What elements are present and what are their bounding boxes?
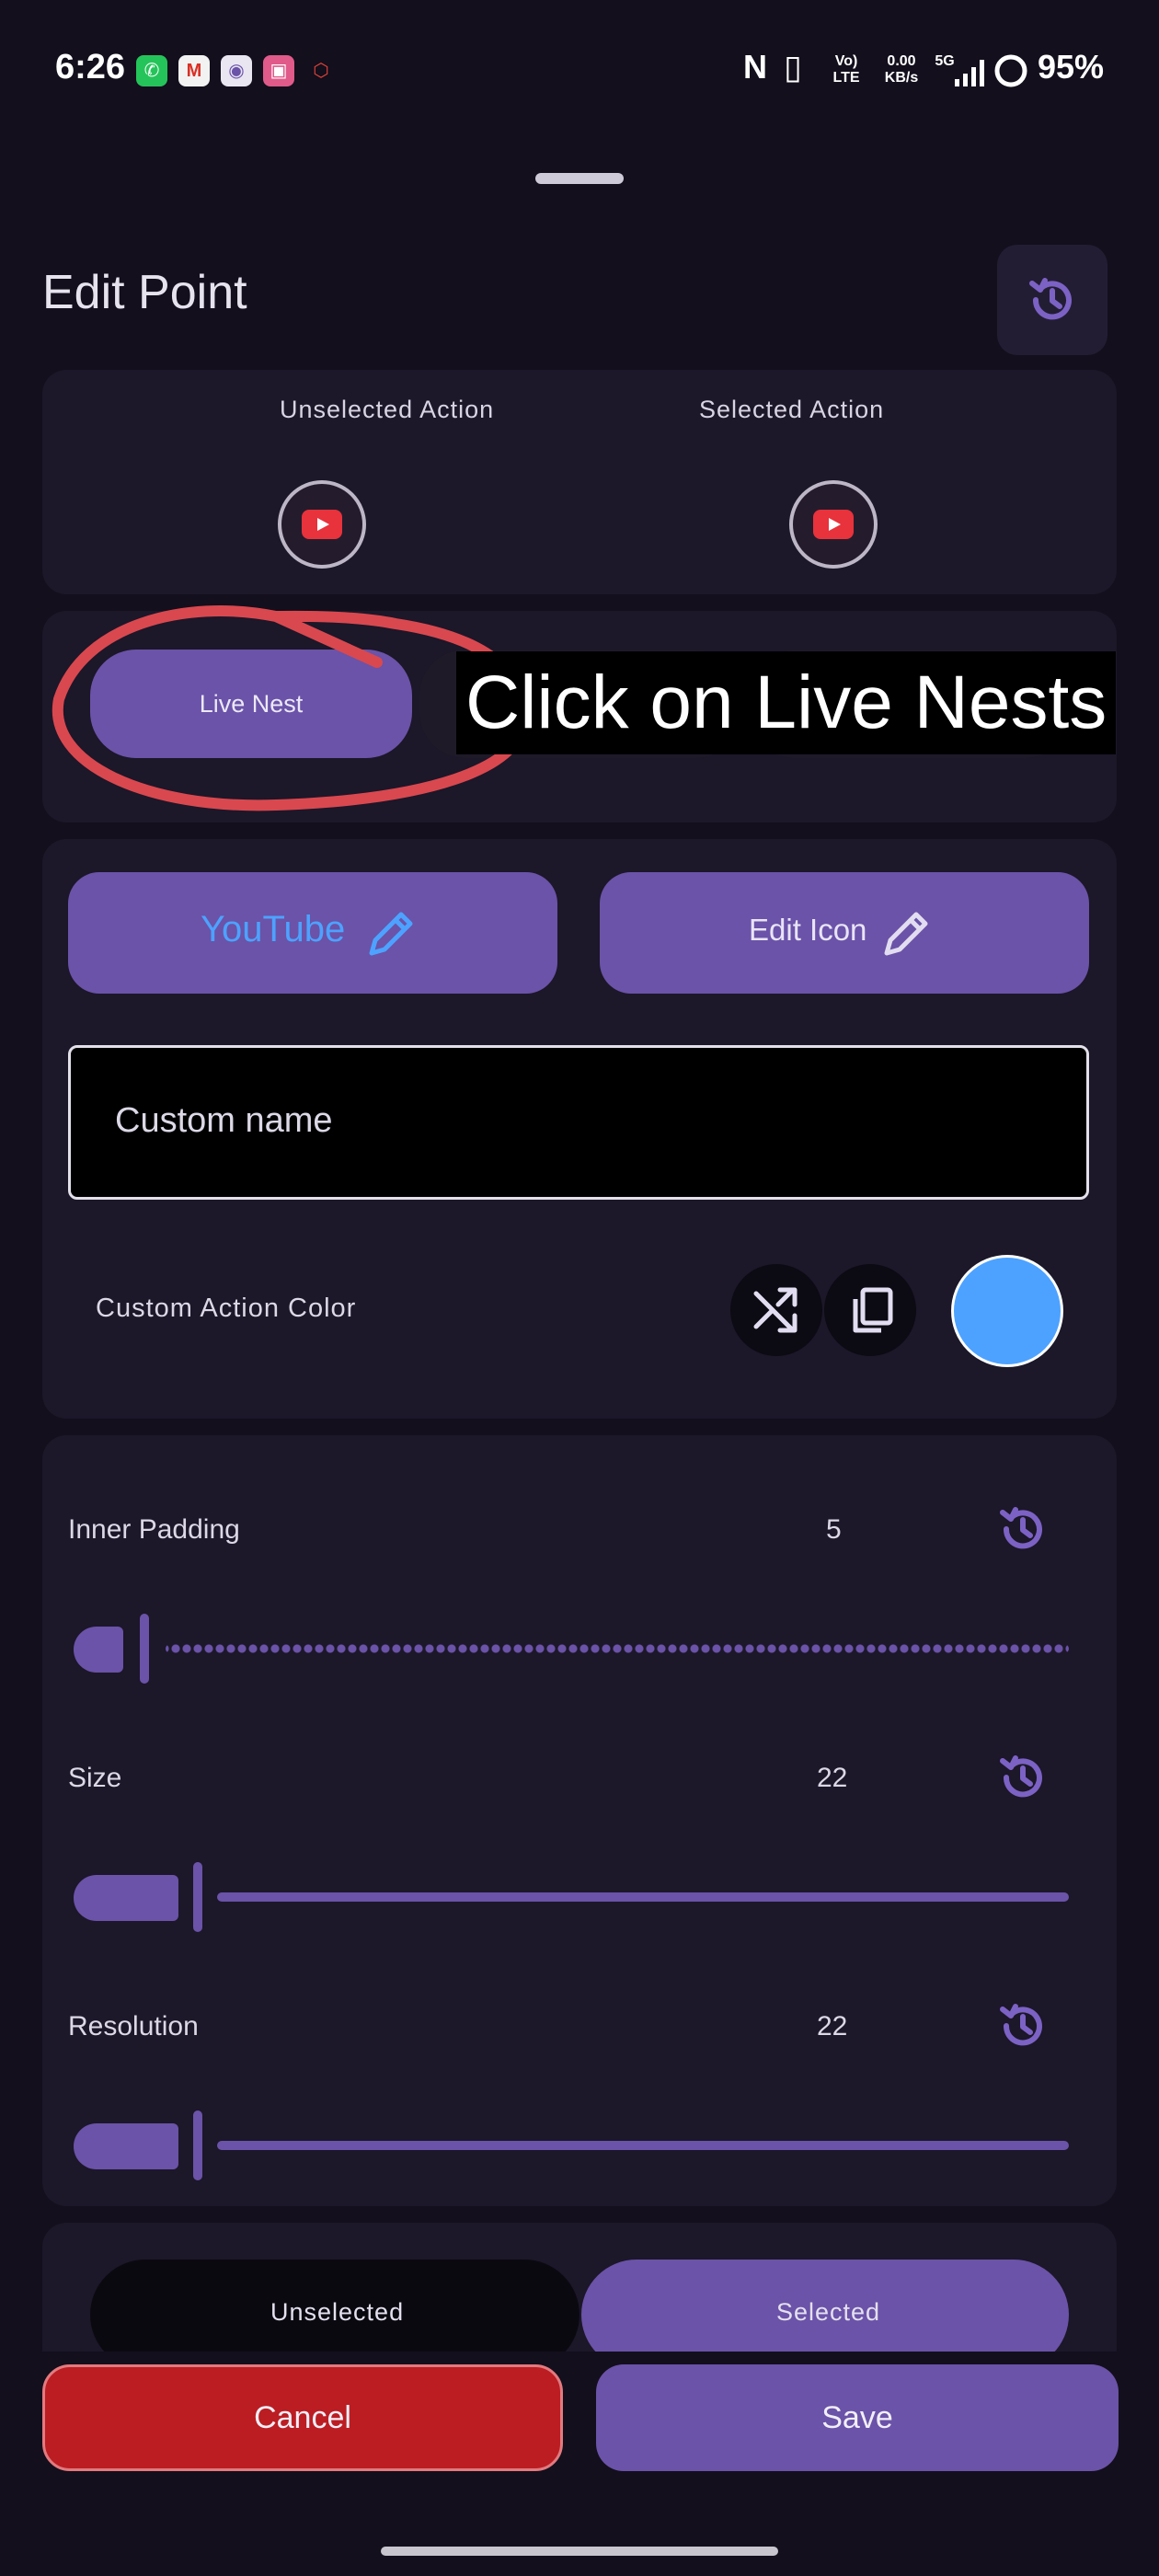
shuffle-button[interactable] [730,1264,822,1356]
color-swatch[interactable] [951,1255,1063,1367]
slider-label: Size [68,1763,122,1793]
youtube-icon [813,510,854,539]
edit-icon-label: Edit Icon [749,913,867,947]
signal-icon [953,57,988,88]
slider-value: 22 [817,2011,848,2041]
cancel-button[interactable]: Cancel [42,2364,563,2471]
save-button[interactable]: Save [596,2364,1119,2471]
save-label: Save [821,2400,893,2435]
battery-icon [993,53,1028,88]
slider-track-active [74,2123,178,2169]
volte-label: Vo) [834,53,858,69]
reset-history-icon[interactable] [995,1750,1050,1805]
custom-name-placeholder: Custom name [115,1101,333,1140]
pencil-icon [369,912,413,956]
vibrate-icon: ▯ [784,48,802,86]
slider-thumb[interactable] [193,1862,202,1932]
reset-history-icon[interactable] [995,1998,1050,2053]
shuffle-icon [753,1287,798,1333]
history-button[interactable] [997,245,1107,355]
toggle-unselected-label: Unselected [270,2298,405,2326]
slider-track-active [74,1627,123,1673]
slider-label: Inner Padding [68,1514,240,1545]
app-select-button[interactable]: YouTube [68,872,557,994]
battery-percent: 95% [1038,48,1105,86]
unselected-action-button[interactable] [278,480,366,569]
pencil-icon [884,912,928,956]
whatsapp-icon: ✆ [136,55,167,86]
app-icon: ▣ [263,55,294,86]
app-icon: ◉ [221,55,252,86]
status-bar: 6:26 ✆ M ◉ ▣ ⬡ Ν ▯ Vo) LTE 0.00 KB/s 5G … [0,0,1159,138]
status-time: 6:26 [55,48,126,86]
app-button-label: YouTube [201,909,346,949]
annotation-tooltip: Click on Live Nests [456,651,1117,754]
network-speed-unit: KB/s [884,70,919,86]
slider-thumb[interactable] [140,1614,149,1684]
custom-color-label: Custom Action Color [96,1294,357,1323]
sliders-card [42,1435,1117,2206]
gesture-nav-bar[interactable] [381,2547,778,2556]
slider-thumb[interactable] [193,2110,202,2180]
selected-action-label: Selected Action [699,396,885,423]
selected-action-button[interactable] [789,480,878,569]
history-icon [1029,278,1072,320]
edit-icon-button[interactable]: Edit Icon [600,872,1089,994]
page-title: Edit Point [42,266,247,319]
app-icon: ⬡ [313,61,329,81]
copy-button[interactable] [824,1264,916,1356]
slider-track-active [74,1875,178,1921]
unselected-action-label: Unselected Action [280,396,495,423]
drag-handle[interactable] [535,173,624,184]
slider-value: 22 [817,1763,848,1793]
slider-track[interactable] [166,1644,1069,1653]
network-speed: 0.00 [887,53,916,69]
toggle-selected-label: Selected [776,2298,881,2326]
slider-label: Resolution [68,2011,199,2041]
copy-icon [853,1287,893,1333]
slider-track[interactable] [217,2141,1069,2150]
cancel-label: Cancel [254,2400,351,2435]
reset-history-icon[interactable] [995,1501,1050,1557]
lte-label: LTE [832,70,860,86]
youtube-icon [302,510,342,539]
gmail-icon: M [178,55,210,86]
slider-track[interactable] [217,1892,1069,1902]
custom-name-input[interactable]: Custom name [68,1045,1089,1200]
actions-card: Unselected Action Selected Action [42,370,1117,594]
slider-value: 5 [826,1514,842,1545]
nfc-icon: Ν [743,48,767,86]
